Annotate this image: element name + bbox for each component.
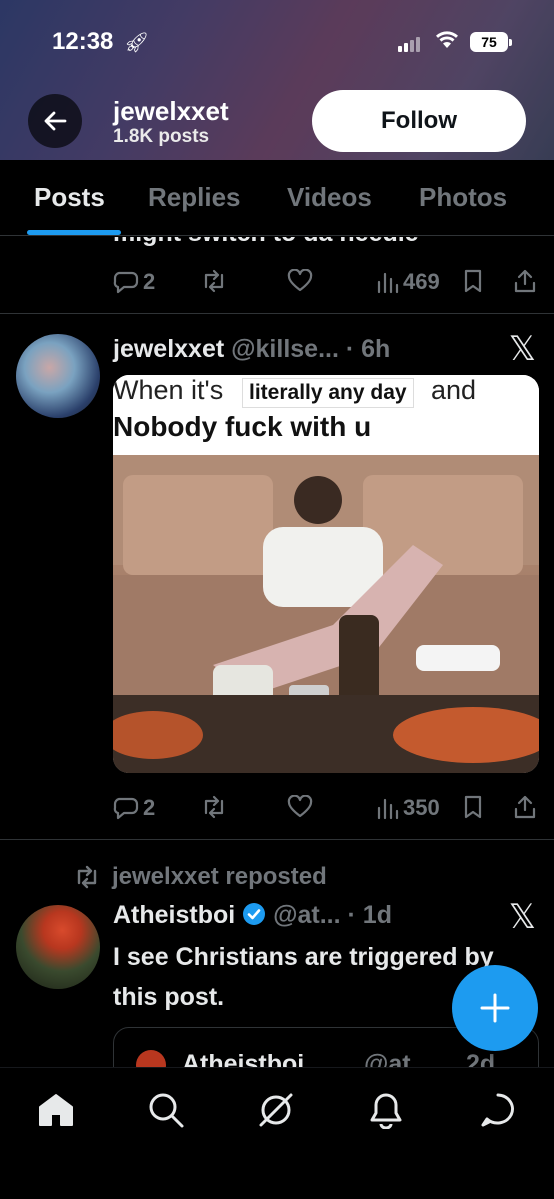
divider	[0, 313, 554, 314]
post-header: jewelxxet @killse... · 6h	[113, 335, 390, 364]
bar-chart-icon	[377, 272, 399, 294]
nav-messages[interactable]	[478, 1090, 518, 1130]
views-button[interactable]: 469	[375, 269, 440, 295]
reply-button[interactable]: 2	[113, 795, 155, 821]
reply-count: 2	[143, 269, 156, 294]
avatar[interactable]	[16, 905, 100, 989]
bar-chart-icon	[377, 798, 399, 820]
meme-text-line1-end: and	[431, 375, 477, 405]
profile-name: jewelxxet	[113, 96, 229, 126]
grok-icon	[259, 1093, 293, 1127]
post-time: · 1d	[347, 901, 392, 929]
home-icon	[39, 1094, 73, 1126]
author-name[interactable]: Atheistboi	[113, 901, 235, 929]
compose-button[interactable]	[452, 965, 538, 1051]
cellular-signal-icon	[398, 34, 422, 52]
share-button[interactable]	[513, 795, 537, 819]
verified-badge-icon	[243, 903, 266, 925]
reply-button[interactable]: 2	[113, 269, 155, 295]
status-time: 12:38	[52, 28, 114, 55]
x-logo-icon: 𝕏	[508, 329, 536, 369]
bookmark-button[interactable]	[463, 269, 483, 293]
quote-time: 2d	[466, 1050, 496, 1067]
post-time: · 6h	[345, 335, 391, 363]
repost-button[interactable]	[201, 269, 227, 293]
active-tab-indicator	[27, 230, 121, 235]
heart-icon	[287, 795, 313, 818]
repost-icon	[204, 795, 224, 819]
quote-avatar	[136, 1050, 166, 1067]
status-bar: 12:38 🚀︎ 75	[0, 22, 554, 62]
share-button[interactable]	[513, 269, 537, 293]
meme-text-line2: Nobody fuck with u	[113, 411, 384, 443]
quote-author-name: Atheistboi	[182, 1050, 305, 1067]
view-count: 469	[403, 269, 440, 294]
like-button[interactable]	[287, 795, 313, 819]
nav-grok[interactable]	[256, 1090, 296, 1130]
reply-count: 2	[143, 795, 156, 820]
follow-button[interactable]: Follow	[312, 90, 526, 152]
avatar[interactable]	[16, 334, 100, 418]
nav-home[interactable]	[36, 1090, 76, 1130]
meme-photo	[113, 455, 539, 773]
quote-author-handle: @at...	[364, 1050, 432, 1067]
plus-icon	[480, 993, 510, 1023]
post-image[interactable]: When it's literally any day and Nobody f…	[113, 375, 539, 773]
repost-label: jewelxxet reposted	[112, 863, 327, 890]
heart-icon	[287, 269, 313, 292]
profile-header: 12:38 🚀︎ 75 jewelxxet 1.8K posts Follow	[0, 0, 554, 160]
battery-indicator: 75	[470, 32, 512, 52]
search-icon	[149, 1093, 184, 1128]
post-actions: 2 469	[113, 269, 539, 299]
nav-search[interactable]	[146, 1090, 186, 1130]
bookmark-icon	[464, 795, 482, 819]
meme-text-line1: When it's	[113, 375, 224, 405]
views-button[interactable]: 350	[375, 795, 440, 821]
back-button[interactable]	[28, 94, 82, 148]
rocket-icon: 🚀︎	[124, 32, 150, 54]
post-actions: 2 350	[113, 795, 539, 825]
message-icon	[481, 1093, 514, 1127]
author-name[interactable]: jewelxxet	[113, 335, 224, 363]
meme-text-box: literally any day	[243, 379, 413, 407]
repost-icon	[77, 865, 97, 889]
bookmark-icon	[464, 269, 482, 293]
x-logo-icon: 𝕏	[508, 897, 536, 937]
nav-notifications[interactable]	[366, 1090, 406, 1130]
repost-button[interactable]	[201, 795, 227, 819]
post-text: might switch to da needle	[113, 237, 419, 248]
repost-indicator[interactable]: jewelxxet reposted	[74, 863, 327, 891]
bottom-navigation	[0, 1067, 554, 1199]
author-handle[interactable]: @killse...	[231, 335, 339, 363]
author-handle[interactable]: @at...	[273, 901, 340, 929]
bell-icon	[370, 1093, 402, 1129]
timeline[interactable]: might switch to da needle 2 469 jewelxxe…	[0, 237, 554, 1067]
tab-photos[interactable]: Photos	[419, 182, 507, 213]
tab-posts[interactable]: Posts	[34, 182, 105, 213]
bookmark-button[interactable]	[463, 795, 483, 819]
like-button[interactable]	[287, 269, 313, 293]
tab-videos[interactable]: Videos	[287, 182, 372, 213]
view-count: 350	[403, 795, 440, 820]
meme-caption: When it's literally any day and Nobody f…	[113, 375, 539, 455]
repost-icon	[204, 269, 224, 293]
meme-photo-illustration	[113, 455, 539, 773]
profile-post-count: 1.8K posts	[113, 126, 210, 147]
share-icon	[514, 269, 536, 293]
wifi-icon	[436, 31, 458, 48]
arrow-left-icon	[44, 111, 67, 131]
share-icon	[514, 795, 536, 819]
divider	[0, 839, 554, 840]
reply-icon	[113, 797, 139, 820]
profile-tabs: Posts Replies Videos Photos	[0, 160, 554, 236]
tab-replies[interactable]: Replies	[148, 182, 241, 213]
reply-icon	[113, 271, 139, 294]
post-header: Atheistboi @at... · 1d	[113, 901, 392, 930]
